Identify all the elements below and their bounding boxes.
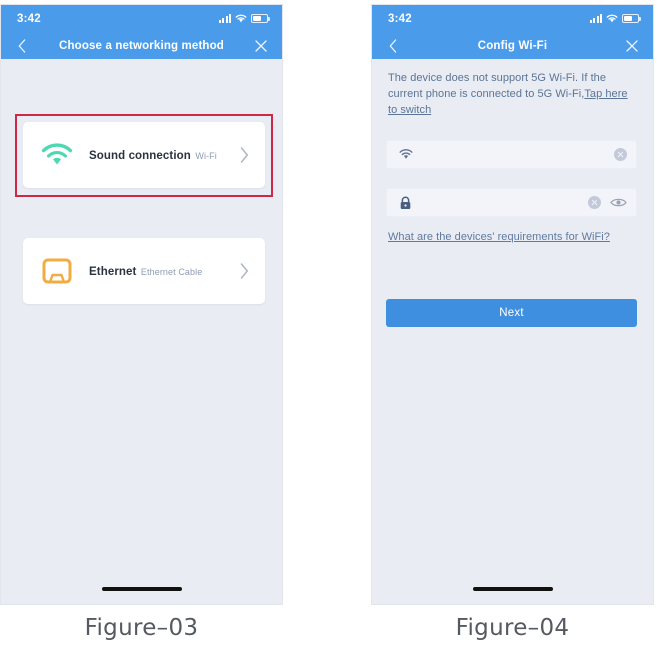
wifi-ssid-input[interactable]	[413, 148, 609, 161]
lock-icon	[398, 195, 413, 210]
page-title: Config Wi-Fi	[477, 39, 548, 52]
option-title: Sound connection	[89, 150, 191, 162]
chevron-left-icon[interactable]	[384, 37, 402, 55]
wifi-password-field[interactable]	[386, 188, 637, 217]
status-icons	[219, 14, 270, 23]
status-bar: 3:42	[372, 5, 653, 32]
option-title: Ethernet	[89, 266, 137, 278]
battery-icon	[622, 14, 641, 23]
option-subtitle: Ethernet Cable	[140, 267, 203, 277]
signal-bars-icon	[590, 14, 602, 23]
screen-content: The device does not support 5G Wi-Fi. If…	[372, 59, 653, 604]
home-indicator	[472, 587, 553, 591]
wifi-icon	[40, 138, 74, 172]
figure-caption: Figure–03	[84, 615, 199, 641]
notice-text: The device does not support 5G Wi-Fi. If…	[372, 59, 653, 118]
clear-circle-icon[interactable]	[614, 148, 627, 161]
option-subtitle: Wi-Fi	[195, 151, 217, 161]
status-icons	[590, 14, 641, 23]
status-time: 3:42	[388, 12, 412, 25]
close-icon[interactable]	[252, 37, 270, 55]
wifi-password-input[interactable]	[413, 196, 583, 209]
next-button[interactable]: Next	[386, 299, 637, 327]
figure-pair: 3:42 Choose a networking method Sound co…	[0, 0, 658, 658]
notice-body: The device does not support 5G Wi-Fi. If…	[388, 72, 607, 100]
figure-caption: Figure–04	[455, 615, 570, 641]
wifi-icon	[235, 14, 247, 23]
status-time: 3:42	[17, 12, 41, 25]
chevron-right-icon	[236, 147, 252, 163]
wifi-ssid-field[interactable]	[386, 140, 637, 169]
wifi-icon	[606, 14, 618, 23]
screen-content: Sound connection Wi-Fi Ethernet Ethernet…	[1, 59, 282, 604]
page-title: Choose a networking method	[59, 39, 224, 52]
chevron-right-icon	[236, 263, 252, 279]
option-text: Ethernet Ethernet Cable	[74, 262, 236, 280]
wifi-requirements-link[interactable]: What are the devices' requirements for W…	[388, 231, 610, 243]
battery-icon	[251, 14, 270, 23]
option-text: Sound connection Wi-Fi	[74, 146, 236, 164]
figure-04-container: 3:42 Config Wi-Fi The device does not su…	[368, 0, 658, 658]
option-ethernet[interactable]: Ethernet Ethernet Cable	[23, 238, 265, 304]
option-sound-connection[interactable]: Sound connection Wi-Fi	[23, 122, 265, 188]
phone-screen-figure-04: 3:42 Config Wi-Fi The device does not su…	[371, 4, 654, 605]
ethernet-port-icon	[40, 254, 74, 288]
eye-icon[interactable]	[610, 196, 627, 209]
wifi-icon	[398, 147, 413, 162]
nav-bar: Config Wi-Fi	[372, 32, 653, 59]
phone-screen-figure-03: 3:42 Choose a networking method Sound co…	[0, 4, 283, 605]
status-bar: 3:42	[1, 5, 282, 32]
close-icon[interactable]	[623, 37, 641, 55]
figure-03-container: 3:42 Choose a networking method Sound co…	[0, 0, 290, 658]
nav-bar: Choose a networking method	[1, 32, 282, 59]
clear-circle-icon[interactable]	[588, 196, 601, 209]
chevron-left-icon[interactable]	[13, 37, 31, 55]
home-indicator	[101, 587, 182, 591]
signal-bars-icon	[219, 14, 231, 23]
